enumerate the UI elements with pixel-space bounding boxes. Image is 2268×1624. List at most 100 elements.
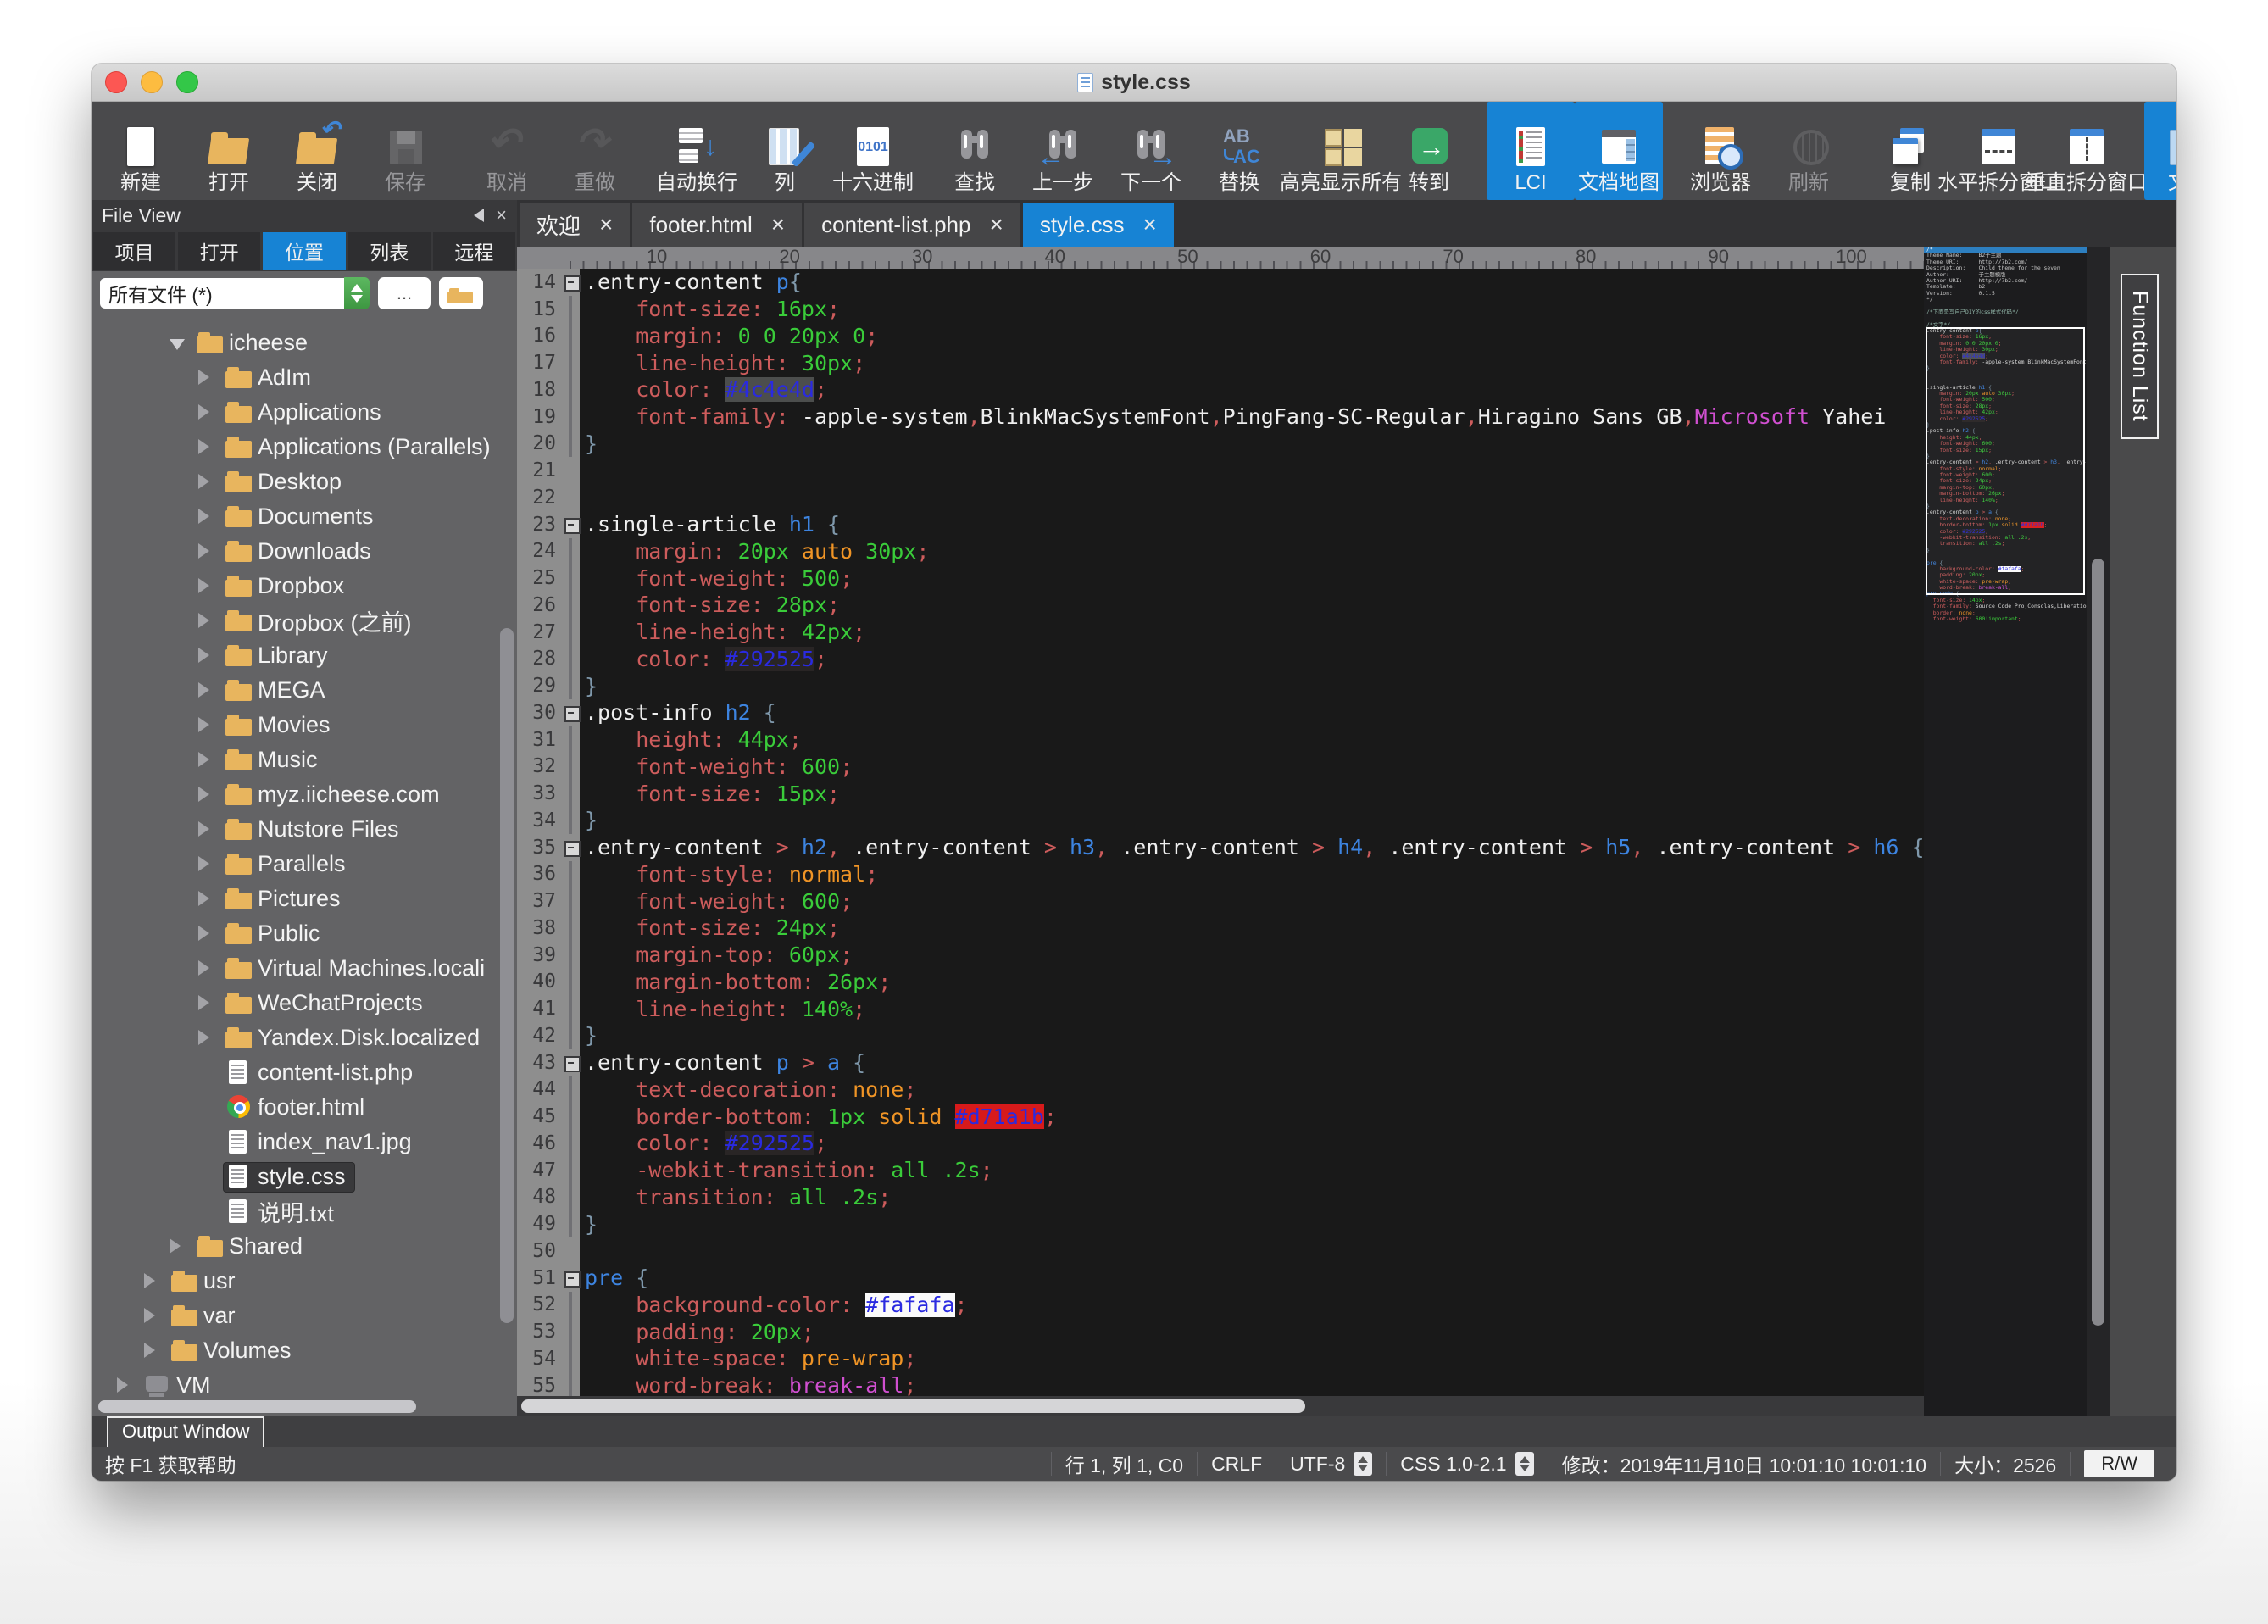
status-item[interactable]: 行 1, 列 1, C0 [1051,1452,1197,1476]
tree-item-AdIm[interactable]: AdIm [92,360,517,395]
fold-margin[interactable] [563,1103,580,1130]
scrollbar-thumb[interactable] [2092,559,2104,1326]
tree-item-Volumes[interactable]: Volumes [92,1333,517,1368]
toolbar-hexview-button[interactable]: 0101十六进制 [829,102,917,200]
fold-margin[interactable] [563,1157,580,1184]
toolbar-column-button[interactable]: 列 [741,102,829,200]
expand-arrow-icon[interactable] [198,573,224,599]
tab-close-icon[interactable]: × [771,211,785,238]
tab-close-icon[interactable]: × [989,211,1003,238]
fold-box-icon[interactable] [564,518,581,534]
toolbar-open-button[interactable]: 打开 [185,102,273,200]
fold-margin[interactable] [563,511,580,538]
file-filter-input[interactable] [100,278,344,309]
fold-margin[interactable] [563,592,580,619]
toolbar-close-file-button[interactable]: 关闭 [273,102,361,200]
expand-arrow-icon[interactable] [198,677,224,704]
tree-item-Movies[interactable]: Movies [92,708,517,742]
tree-item-Applications (Parallels)[interactable]: Applications (Parallels) [92,430,517,464]
fold-margin[interactable] [563,1292,580,1319]
toolbar-wrap-button[interactable]: 自动换行 [653,102,741,200]
expand-arrow-icon[interactable] [198,503,224,530]
expand-arrow-icon[interactable] [170,330,195,356]
fold-margin[interactable] [563,754,580,781]
toolbar-lci-button[interactable]: LCI [1487,102,1575,200]
fold-margin[interactable] [563,1345,580,1372]
fold-margin[interactable] [563,457,580,484]
status-item[interactable]: CSS 1.0-2.1 [1386,1452,1547,1476]
tree-item-Desktop[interactable]: Desktop [92,464,517,499]
tree-item-Applications[interactable]: Applications [92,395,517,430]
expand-arrow-icon[interactable] [144,1338,170,1364]
expand-arrow-icon[interactable] [198,920,224,947]
fold-margin[interactable] [563,619,580,646]
file-view-tab-位置[interactable]: 位置 [263,232,345,270]
tree-item-Parallels[interactable]: Parallels [92,847,517,882]
document-map[interactable]: /*Theme Name: B2子主题Theme URI: http://7b2… [1924,247,2087,1416]
function-list-tab[interactable]: Function List [2121,274,2159,439]
fold-margin[interactable] [563,699,580,726]
expand-arrow-icon[interactable] [198,642,224,669]
fold-margin[interactable] [563,431,580,458]
fold-margin[interactable] [563,269,580,296]
expand-arrow-icon[interactable] [198,399,224,425]
fold-margin[interactable] [563,565,580,592]
fold-margin[interactable] [563,1049,580,1076]
expand-arrow-icon[interactable] [144,1268,170,1294]
status-item[interactable]: 大小：2526 [1940,1452,2070,1476]
expand-arrow-icon[interactable] [198,469,224,495]
tree-item-Library[interactable]: Library [92,638,517,673]
stepper-icon[interactable] [1515,1452,1534,1476]
file-view-tab-打开[interactable]: 打开 [178,232,260,270]
toolbar-find-button[interactable]: 查找 [931,102,1019,200]
tree-item-Public[interactable]: Public [92,916,517,951]
expand-arrow-icon[interactable] [198,816,224,843]
fold-margin[interactable] [563,942,580,969]
fold-margin[interactable] [563,1184,580,1211]
toolbar-files-button[interactable]: 文件 [2144,102,2176,200]
fold-margin[interactable] [563,726,580,754]
fold-box-icon[interactable] [564,706,581,722]
expand-arrow-icon[interactable] [198,538,224,565]
fold-margin[interactable] [563,1318,580,1345]
fold-margin[interactable] [563,807,580,834]
expand-arrow-icon[interactable] [117,1372,142,1399]
expand-arrow-icon[interactable] [198,955,224,982]
tree-item-VM[interactable]: VM [92,1368,517,1403]
fold-margin[interactable] [563,1076,580,1104]
fold-box-icon[interactable] [564,1271,581,1288]
fold-margin[interactable] [563,887,580,915]
toolbar-vsplit-button[interactable]: 垂直拆分窗口 [2043,102,2131,200]
fold-margin[interactable] [563,484,580,511]
fold-margin[interactable] [563,969,580,996]
fold-margin[interactable] [563,1372,580,1396]
tab-close-icon[interactable]: × [1143,211,1157,238]
scrollbar-thumb[interactable] [521,1399,1305,1413]
tree-item-var[interactable]: var [92,1299,517,1333]
fold-margin[interactable] [563,376,580,403]
file-view-tab-远程[interactable]: 远程 [433,232,515,270]
fold-margin[interactable] [563,646,580,673]
document-map-viewport[interactable] [1926,327,2085,595]
fold-margin[interactable] [563,915,580,942]
fold-margin[interactable] [563,1265,580,1292]
expand-arrow-icon[interactable] [198,364,224,391]
tree-item-style.css[interactable]: style.css [92,1160,517,1194]
expand-arrow-icon[interactable] [144,1303,170,1329]
status-item[interactable]: CRLF [1197,1452,1276,1476]
tree-item-Downloads[interactable]: Downloads [92,534,517,569]
fold-margin[interactable] [563,403,580,431]
expand-arrow-icon[interactable] [198,608,224,634]
toolbar-docmap-button[interactable]: 文档地图 [1575,102,1663,200]
fold-box-icon[interactable] [564,275,581,292]
toolbar-goto-button[interactable]: 转到 [1385,102,1473,200]
status-item[interactable]: UTF-8 [1276,1452,1386,1476]
fold-margin[interactable] [563,296,580,323]
tree-item-myz.iicheese.com[interactable]: myz.iicheese.com [92,777,517,812]
open-folder-button[interactable] [439,277,483,309]
tree-item-Music[interactable]: Music [92,742,517,777]
status-item[interactable]: R/W [2070,1452,2168,1476]
file-view-tab-列表[interactable]: 列表 [348,232,431,270]
tab-欢迎[interactable]: 欢迎× [520,203,630,247]
tree-item-icheese[interactable]: icheese [92,325,517,360]
